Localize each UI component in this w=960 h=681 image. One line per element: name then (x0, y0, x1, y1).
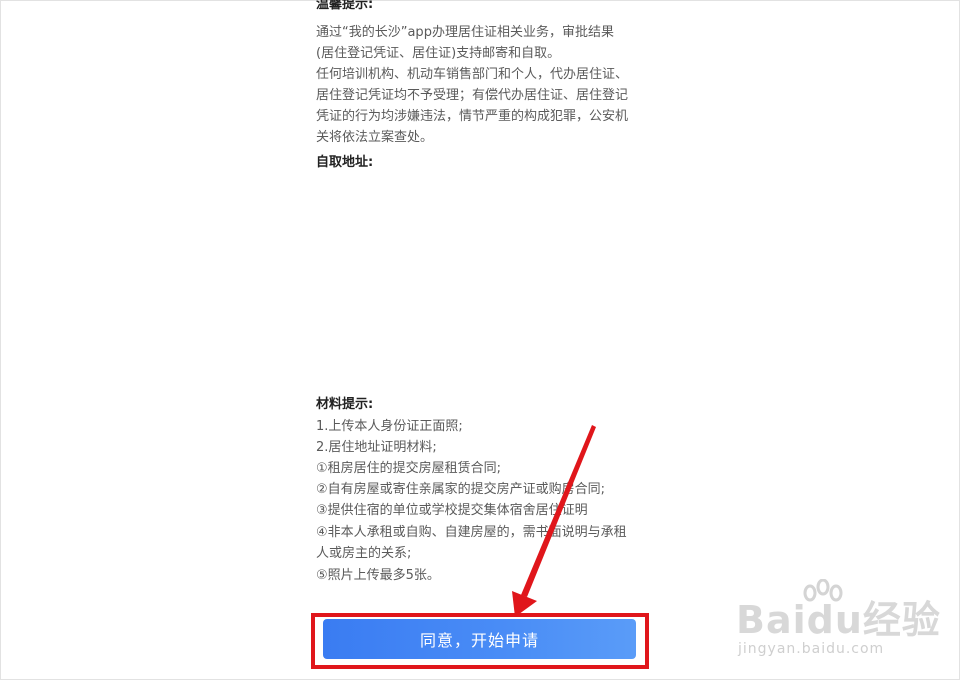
materials-line: 1.上传本人身份证正面照; (316, 419, 463, 434)
materials-line: ⑤照片上传最多5张。 (316, 568, 440, 583)
button-highlight-box (311, 613, 649, 669)
notice-line: 居住登记凭证均不予受理；有偿代办居住证、居住登记 (316, 88, 629, 103)
notice-line: (居住登记凭证、居住证)支持邮寄和自取。 (316, 46, 561, 61)
materials-line: 2.居住地址证明材料; (316, 440, 437, 455)
notice-line: 关将依法立案查处。 (316, 130, 434, 145)
materials-line: ①租房居住的提交房屋租赁合同; (316, 461, 502, 476)
app-page: 温馨提示: 通过“我的长沙”app办理居住证相关业务，审批结果 (居住登记凭证、… (0, 0, 960, 680)
watermark-url: jingyan.baidu.com (738, 641, 885, 657)
materials-line: 人或房主的关系; (316, 546, 412, 561)
materials-line: ③提供住宿的单位或学校提交集体宿舍居住证明 (316, 503, 588, 518)
notice-line: 任何培训机构、机动车销售部门和个人，代办居住证、 (316, 67, 629, 82)
baidu-watermark: Baidu经验 jingyan.baidu.com (736, 579, 946, 669)
notice-heading: 温馨提示: (316, 0, 374, 12)
notice-line: 凭证的行为均涉嫌违法，情节严重的构成犯罪，公安机 (316, 109, 629, 124)
notice-line: 通过“我的长沙”app办理居住证相关业务，审批结果 (316, 25, 614, 40)
materials-line: ④非本人承租或自购、自建房屋的，需书面说明与承租 (316, 525, 627, 540)
watermark-brand: Baidu经验 (736, 598, 941, 642)
pickup-address-heading: 自取地址: (316, 155, 374, 170)
materials-line: ②自有房屋或寄住亲属家的提交房产证或购房合同; (316, 482, 606, 497)
materials-heading: 材料提示: (316, 397, 374, 412)
